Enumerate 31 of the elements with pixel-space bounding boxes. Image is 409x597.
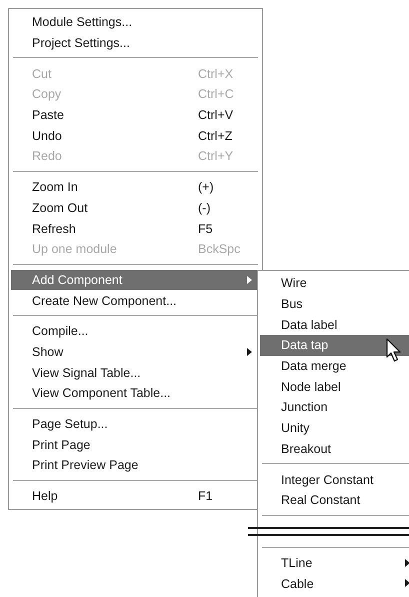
- menu-item[interactable]: Module Settings...: [11, 12, 260, 33]
- menu-item[interactable]: Project Settings...: [11, 32, 260, 54]
- menu-item[interactable]: Node label: [260, 376, 409, 398]
- menu-item[interactable]: Unity: [260, 418, 409, 438]
- menu-item[interactable]: View Component Table...: [11, 383, 260, 404]
- menu-item[interactable]: Integer Constant: [260, 469, 409, 490]
- menu-item[interactable]: Junction: [260, 397, 409, 418]
- menu-item[interactable]: Help F1: [11, 486, 260, 506]
- menu-item[interactable]: Page Setup...: [11, 414, 260, 434]
- menu-item[interactable]: Wire: [260, 273, 409, 294]
- menu-item[interactable]: Breakout: [260, 438, 409, 460]
- menu-item[interactable]: Compile...: [11, 320, 260, 342]
- menu-item[interactable]: Print Page: [11, 434, 260, 456]
- menu-item[interactable]: Data label: [260, 314, 409, 336]
- menu-item[interactable]: Paste Ctrl+V: [11, 104, 260, 126]
- menu-item[interactable]: Real Constant: [260, 490, 409, 511]
- menu-item[interactable]: Add Component: [11, 270, 260, 290]
- menu-item[interactable]: View Signal Table...: [11, 362, 260, 383]
- menu-item[interactable]: Create New Component...: [11, 290, 260, 311]
- menu-item[interactable]: Data merge: [260, 356, 409, 376]
- mouse-pointer-icon: [386, 338, 403, 364]
- menu-item[interactable]: Show: [11, 342, 260, 362]
- menu-item[interactable]: Zoom Out (-): [11, 198, 260, 218]
- menu-item[interactable]: Undo Ctrl+Z: [11, 125, 260, 146]
- menu-item[interactable]: Refresh F5: [11, 218, 260, 239]
- menu-item[interactable]: Data tap: [260, 335, 409, 356]
- menu-item[interactable]: Print Preview Page: [11, 455, 260, 476]
- menu-item[interactable]: Cable: [260, 573, 409, 594]
- menu-item[interactable]: Bus: [260, 294, 409, 314]
- menu-item[interactable]: TLine: [260, 552, 409, 574]
- menu-item[interactable]: Zoom In (+): [11, 176, 260, 198]
